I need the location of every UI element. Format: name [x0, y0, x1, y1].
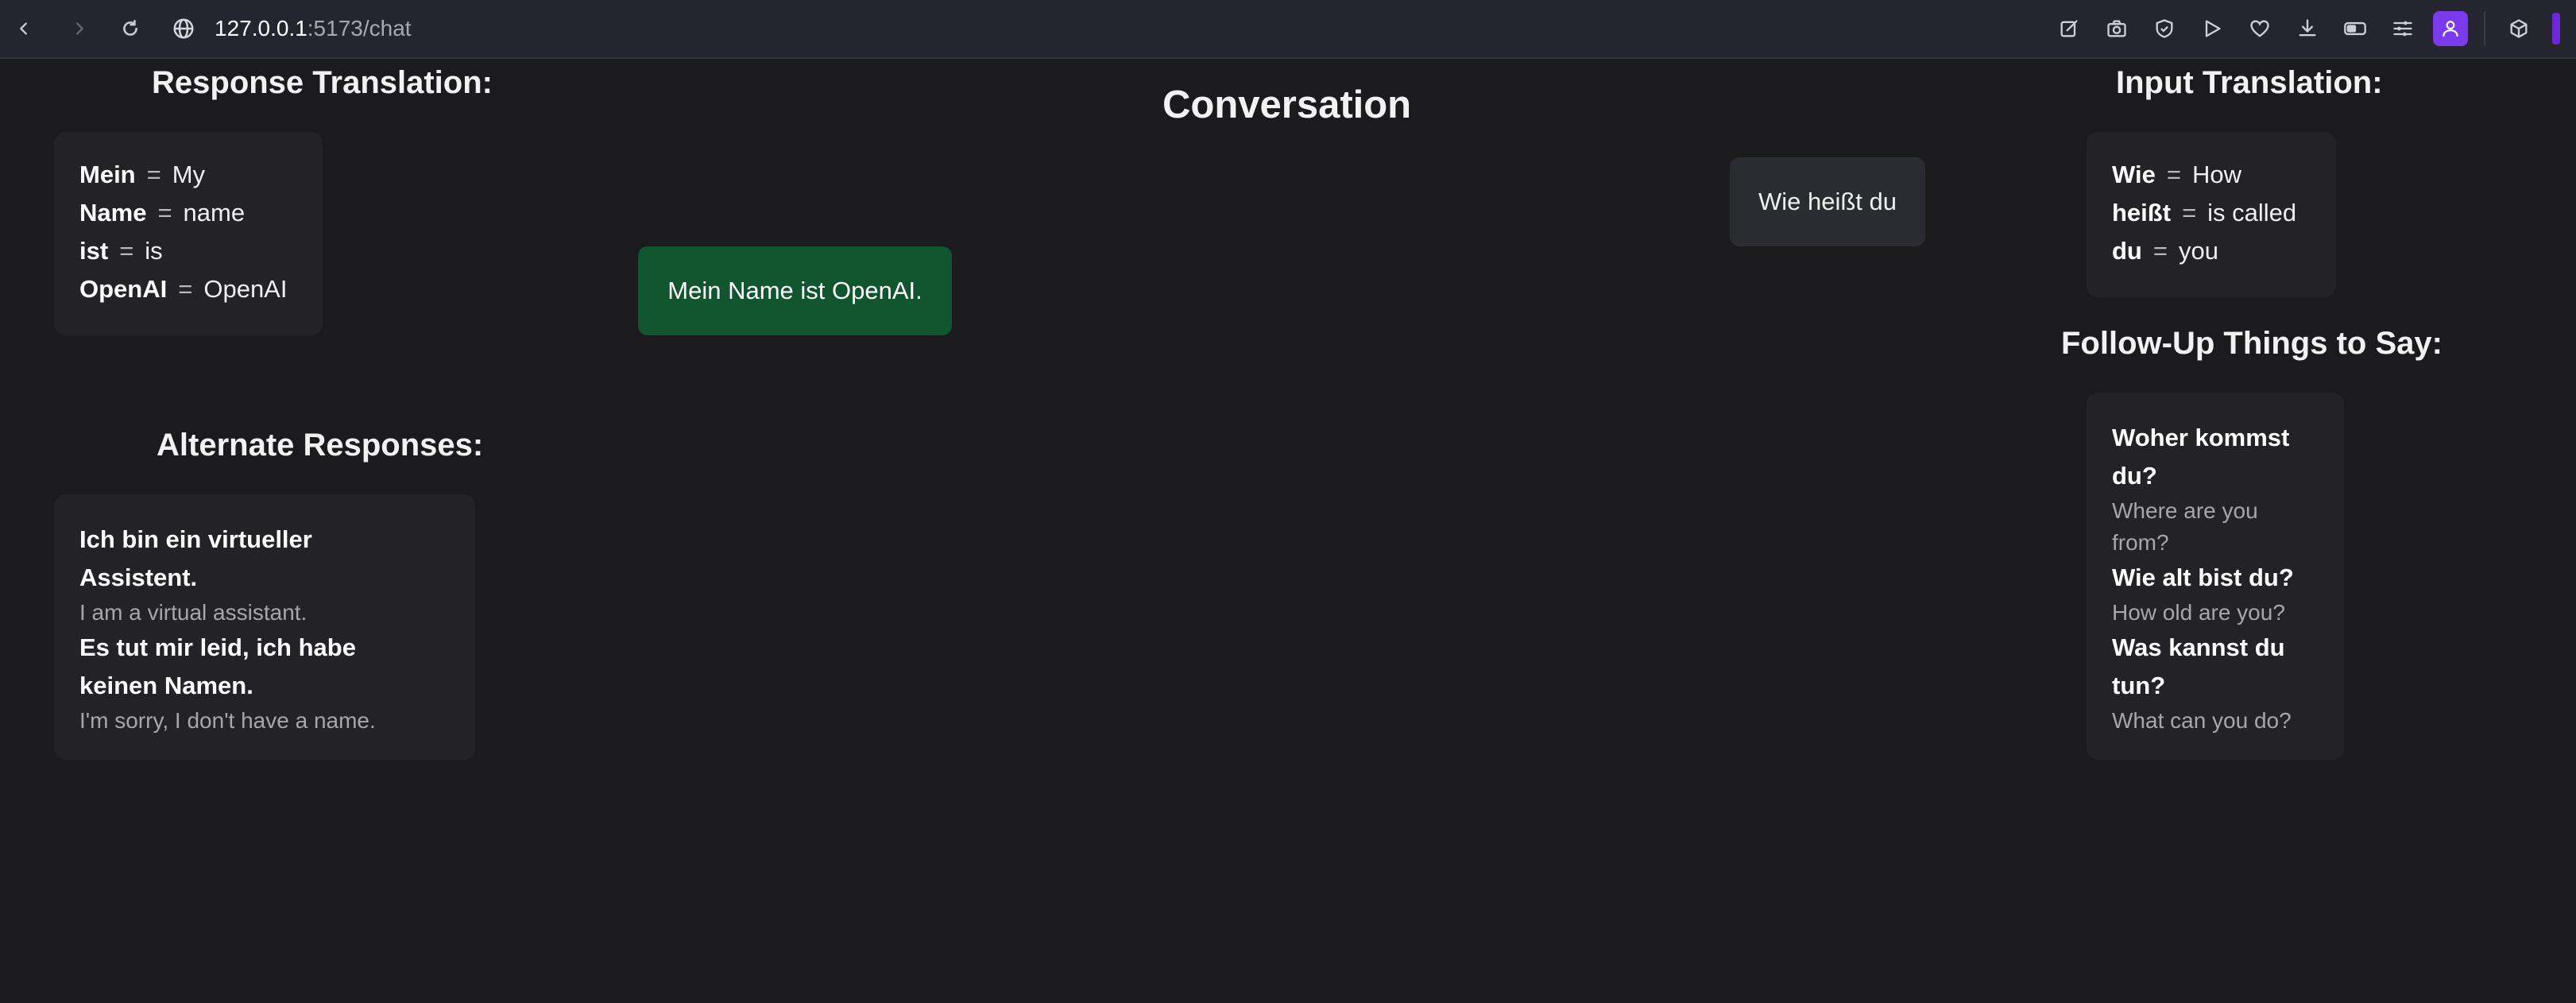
translation-pair: heißt = is called [2112, 199, 2297, 227]
user-message-bubble: Wie heißt du [1730, 157, 1925, 246]
toolbar-divider [2484, 11, 2485, 46]
german-word: Wie [2112, 161, 2156, 188]
german-word: Mein [79, 161, 136, 188]
german-word: OpenAI [79, 275, 168, 303]
translation-pair: Mein = My [79, 161, 206, 188]
follow-up-heading: Follow-Up Things to Say: [2061, 326, 2443, 361]
alternate-response-english: I am a virtual assistant. [79, 600, 307, 625]
sliders-icon[interactable] [2385, 11, 2420, 46]
german-word: Name [79, 199, 147, 227]
forward-button[interactable] [62, 11, 97, 46]
follow-up-item[interactable]: Was kannst du tun? What can you do? [2112, 629, 2319, 737]
edit-icon[interactable] [2052, 11, 2087, 46]
english-word: How [2191, 161, 2241, 188]
profile-icon[interactable] [2433, 11, 2468, 46]
browser-toolbar: 127.0.0.1:5173/chat [0, 0, 2576, 59]
translation-pair: OpenAI = OpenAI [79, 275, 288, 303]
play-icon[interactable] [2195, 11, 2230, 46]
chevron-left-icon [20, 22, 27, 35]
globe-icon [172, 17, 195, 41]
english-word: is called [2207, 199, 2297, 227]
sidebar-accent[interactable] [2552, 13, 2560, 45]
response-translation-heading: Response Translation: [152, 65, 493, 100]
reload-button[interactable] [113, 11, 148, 46]
assistant-message-bubble: Mein Name ist OpenAI. [638, 246, 952, 335]
alternate-response-item[interactable]: Es tut mir leid, ich habe keinen Namen. … [79, 629, 450, 737]
alternate-response-english: I'm sorry, I don't have a name. [79, 708, 376, 733]
reload-icon [123, 19, 137, 36]
input-translation-card: Wie = How heißt = is called du = you [2087, 132, 2336, 297]
english-word: My [172, 161, 206, 188]
camera-icon[interactable] [2099, 11, 2134, 46]
follow-up-german: Wie alt bist du? [2112, 563, 2294, 591]
url-path: :5173/chat [307, 16, 412, 41]
alternate-response-german: Ich bin ein virtueller Assistent. [79, 525, 312, 591]
english-word: is [145, 237, 163, 265]
follow-up-item[interactable]: Wie alt bist du? How old are you? [2112, 559, 2319, 629]
url-host: 127.0.0.1 [215, 16, 307, 41]
download-icon[interactable] [2290, 11, 2325, 46]
follow-up-german: Was kannst du tun? [2112, 633, 2285, 699]
german-word: ist [79, 237, 109, 265]
translation-pair: Wie = How [2112, 161, 2241, 188]
alternate-response-german: Es tut mir leid, ich habe keinen Namen. [79, 633, 356, 699]
address-bar[interactable]: 127.0.0.1:5173/chat [172, 11, 412, 46]
translation-pair: Name = name [79, 199, 246, 227]
translation-pair: ist = is [79, 237, 163, 265]
alternate-response-item[interactable]: Ich bin ein virtueller Assistent. I am a… [79, 521, 450, 629]
alternate-responses-heading: Alternate Responses: [157, 428, 484, 463]
response-translation-card: Mein = My Name = name ist = is OpenAI = OpenAI [54, 132, 323, 335]
shield-check-icon[interactable] [2147, 11, 2182, 46]
conversation-heading: Conversation [1162, 83, 1412, 126]
follow-up-german: Woher kommst du? [2112, 424, 2290, 490]
cube-icon[interactable] [2501, 11, 2536, 46]
follow-up-card: Woher kommst du? Where are you from? Wie… [2087, 393, 2344, 760]
chevron-right-icon [76, 22, 83, 35]
input-translation-heading: Input Translation: [2116, 65, 2383, 100]
english-word: name [183, 199, 246, 227]
follow-up-english: Where are you from? [2112, 498, 2258, 555]
german-word: du [2112, 237, 2142, 265]
browser-toolbar-icons [2039, 11, 2560, 46]
back-button[interactable] [6, 11, 41, 46]
english-word: you [2178, 237, 2218, 265]
follow-up-item[interactable]: Woher kommst du? Where are you from? [2112, 419, 2319, 559]
german-word: heißt [2112, 199, 2172, 227]
follow-up-english: What can you do? [2112, 708, 2292, 733]
toggle-icon[interactable] [2338, 11, 2373, 46]
english-word: OpenAI [203, 275, 288, 303]
translation-pair: du = you [2112, 237, 2218, 265]
alternate-responses-card: Ich bin ein virtueller Assistent. I am a… [54, 494, 475, 760]
follow-up-english: How old are you? [2112, 600, 2285, 625]
heart-icon[interactable] [2242, 11, 2277, 46]
